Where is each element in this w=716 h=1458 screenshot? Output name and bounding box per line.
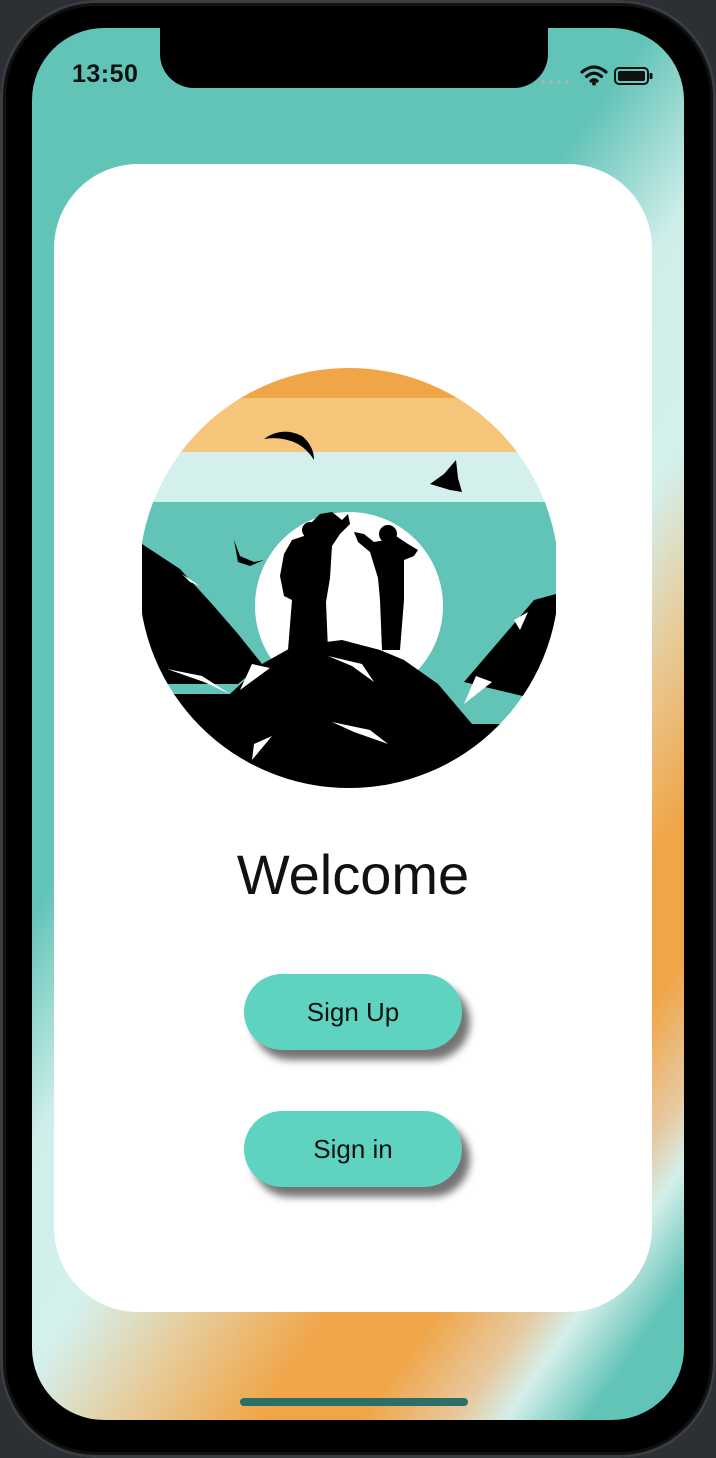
status-time: 13:50 [72, 60, 139, 88]
sign-up-button[interactable]: Sign Up [244, 974, 462, 1050]
battery-icon [614, 67, 653, 85]
wifi-icon [580, 65, 608, 86]
home-indicator[interactable] [240, 1398, 468, 1406]
welcome-title: Welcome [236, 843, 470, 906]
signal-icon [541, 80, 569, 84]
sign-in-button[interactable]: Sign in [244, 1111, 462, 1187]
notch [160, 28, 548, 88]
hero-illustration [142, 368, 556, 788]
